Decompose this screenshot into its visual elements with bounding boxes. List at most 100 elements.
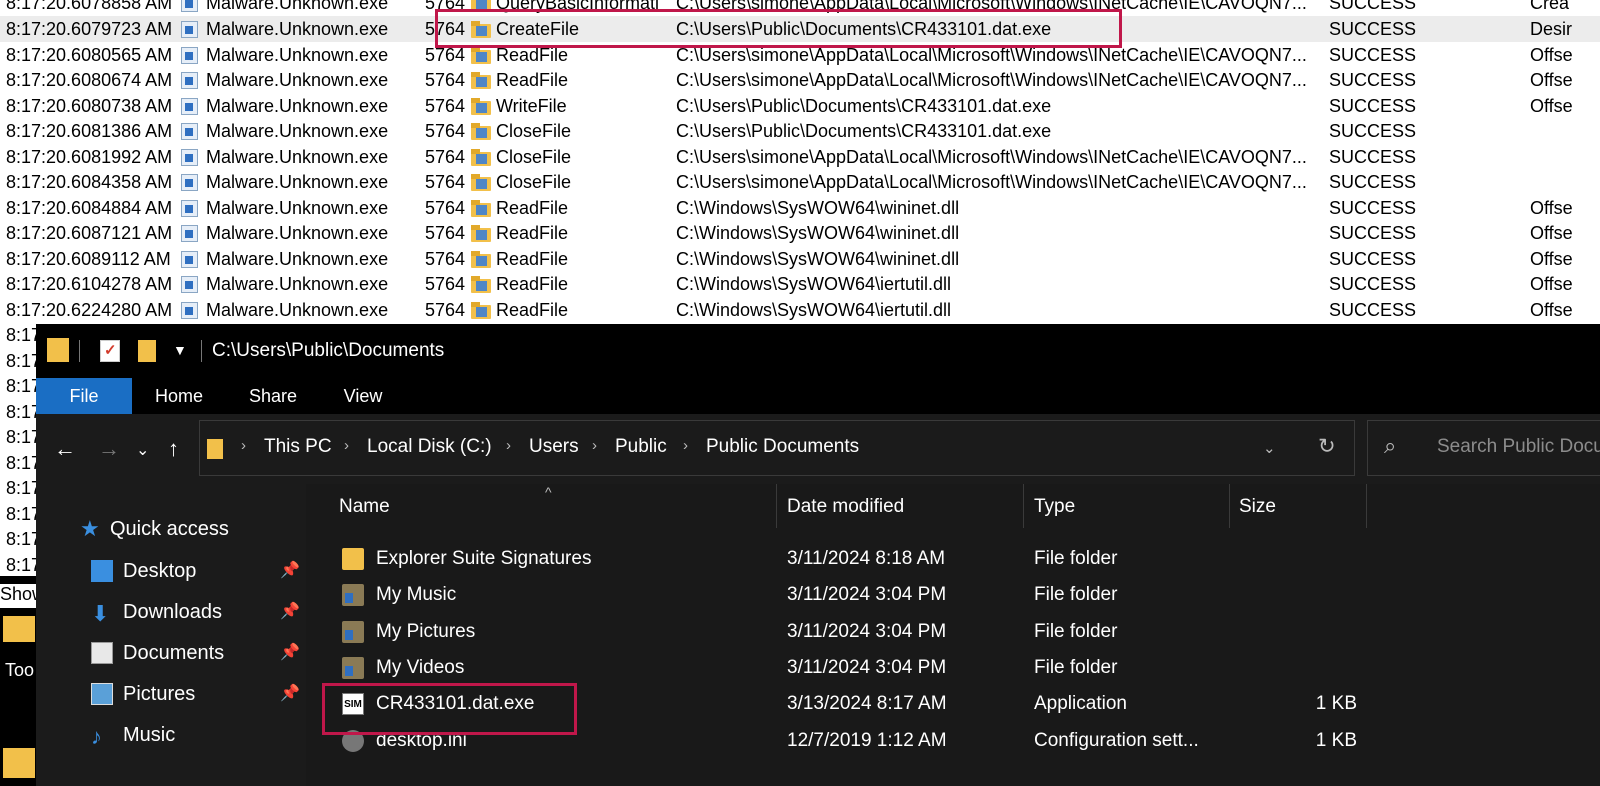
address-folder-icon xyxy=(207,439,223,459)
breadcrumb-chevron-icon[interactable]: › xyxy=(683,437,688,454)
up-arrow-icon[interactable]: ↑ xyxy=(168,436,179,462)
sidebar-item-label: Desktop xyxy=(123,560,197,582)
tab-view[interactable]: View xyxy=(326,378,400,414)
sidebar-item-label: Documents xyxy=(123,642,225,664)
column-header-date-modified[interactable]: Date modified xyxy=(787,496,904,518)
event-result: SUCCESS xyxy=(1329,70,1417,90)
file-row[interactable]: My Music 3/11/2024 3:04 PM File folder xyxy=(306,578,1600,614)
sort-ascending-caret-icon: ^ xyxy=(545,484,552,500)
procmon-row[interactable]: 8:17:20.6104278 AM Malware.Unknown.exe 576… xyxy=(0,271,1600,297)
event-path: C:\Windows\SysWOW64\wininet.dll xyxy=(676,248,960,269)
recent-locations-chevron-icon[interactable]: ⌄ xyxy=(136,440,149,460)
event-result: SUCCESS xyxy=(1329,95,1417,116)
column-header-size[interactable]: Size xyxy=(1239,496,1276,518)
event-result: SUCCESS xyxy=(1329,248,1417,269)
tab-home[interactable]: Home xyxy=(138,378,220,414)
process-icon xyxy=(181,225,198,242)
event-pid: 5764 xyxy=(425,197,466,218)
breadcrumb-users[interactable]: Users xyxy=(529,436,579,458)
file-name: My Videos xyxy=(376,656,465,678)
breadcrumb-chevron-icon[interactable]: › xyxy=(506,437,511,454)
breadcrumb-public[interactable]: Public xyxy=(615,436,667,458)
sidebar-item-music[interactable]: ♪ Music xyxy=(91,720,306,754)
column-divider[interactable] xyxy=(1366,484,1367,528)
desktop-folder-label[interactable]: Too xyxy=(5,660,35,681)
breadcrumb-local-disk[interactable]: Local Disk (C:) xyxy=(367,436,492,458)
column-divider[interactable] xyxy=(776,484,777,528)
pin-icon[interactable]: 📌 xyxy=(280,683,300,703)
sidebar-item-desktop[interactable]: Desktop 📌 xyxy=(91,556,306,590)
tab-share[interactable]: Share xyxy=(236,378,310,414)
column-header-type[interactable]: Type xyxy=(1034,496,1075,518)
pin-icon[interactable]: 📌 xyxy=(280,560,300,580)
event-time: 8:17:20.6084884 AM xyxy=(6,197,173,218)
sidebar-item-label: Pictures xyxy=(123,683,196,705)
refresh-icon[interactable]: ↻ xyxy=(1318,434,1336,459)
event-process: Malware.Unknown.exe xyxy=(206,248,389,269)
procmon-row[interactable]: 8:17:20.6081992 AM Malware.Unknown.exe 576… xyxy=(0,144,1600,170)
procmon-row[interactable]: 8:17:20.6080674 AM Malware.Unknown.exe 576… xyxy=(0,67,1600,93)
nav-quick-access[interactable]: ★ Quick access xyxy=(80,514,300,548)
event-path: C:\Users\Public\Documents\CR433101.dat.e… xyxy=(676,121,1052,141)
address-bar[interactable]: › This PC › Local Disk (C:) › Users › Pu… xyxy=(199,420,1355,476)
properties-icon[interactable] xyxy=(100,340,120,362)
breadcrumb-this-pc[interactable]: This PC xyxy=(264,436,332,458)
event-operation: ReadFile xyxy=(496,70,569,90)
customize-quick-access-dropdown-icon[interactable]: ▼ xyxy=(173,342,187,358)
event-detail: Offse xyxy=(1530,95,1573,116)
file-type: Configuration sett... xyxy=(1034,729,1199,751)
event-pid: 5764 xyxy=(425,248,466,269)
file-size: 1 KB xyxy=(1315,693,1357,715)
desktop-folder-icon[interactable] xyxy=(3,616,35,642)
event-result: SUCCESS xyxy=(1329,197,1417,218)
breadcrumb-chevron-icon[interactable]: › xyxy=(344,437,349,454)
breadcrumb-chevron-icon[interactable]: › xyxy=(241,437,246,454)
column-header-name[interactable]: Name xyxy=(339,496,390,518)
event-pid: 5764 xyxy=(425,95,466,116)
breadcrumb-chevron-icon[interactable]: › xyxy=(592,437,597,454)
event-process: Malware.Unknown.exe xyxy=(206,19,389,39)
event-path: C:\Windows\SysWOW64\wininet.dll xyxy=(676,223,960,243)
file-operation-icon xyxy=(471,123,491,140)
ribbon-tabs: File Home Share View xyxy=(36,378,1600,414)
event-process: Malware.Unknown.exe xyxy=(206,197,389,218)
tab-file[interactable]: File xyxy=(36,378,132,414)
column-divider[interactable] xyxy=(1023,484,1024,528)
file-date-modified: 3/11/2024 8:18 AM xyxy=(787,548,946,569)
search-box[interactable]: ⌕ Search Public Documents xyxy=(1367,420,1600,476)
procmon-row[interactable]: 8:17:20.6089112 AM Malware.Unknown.exe 576… xyxy=(0,246,1600,272)
toolbar-divider xyxy=(79,340,80,362)
column-divider[interactable] xyxy=(1229,484,1230,528)
procmon-row[interactable]: 8:17:20.6084884 AM Malware.Unknown.exe 576… xyxy=(0,195,1600,221)
file-row[interactable]: My Pictures 3/11/2024 3:04 PM File folder xyxy=(306,615,1600,651)
file-row[interactable]: My Videos 3/11/2024 3:04 PM File folder xyxy=(306,651,1600,687)
pin-icon[interactable]: 📌 xyxy=(280,601,300,621)
sidebar-item-pictures[interactable]: Pictures 📌 xyxy=(91,679,306,713)
process-icon xyxy=(181,0,198,12)
file-date-modified: 3/11/2024 3:04 PM xyxy=(787,620,947,642)
event-path: C:\Users\simone\AppData\Local\Microsoft\… xyxy=(676,146,1307,167)
event-process: Malware.Unknown.exe xyxy=(206,0,389,13)
forward-arrow-icon[interactable]: → xyxy=(98,436,120,462)
file-operation-icon xyxy=(471,148,491,166)
event-detail: Offse xyxy=(1530,248,1573,269)
procmon-row[interactable]: 8:17:20.6080738 AM Malware.Unknown.exe 576… xyxy=(0,93,1600,119)
new-folder-icon[interactable] xyxy=(138,340,156,362)
procmon-row[interactable]: 8:17:20.6224280 AM Malware.Unknown.exe 576… xyxy=(0,297,1600,323)
event-result: SUCCESS xyxy=(1329,299,1417,320)
pin-icon[interactable]: 📌 xyxy=(280,642,300,662)
address-history-chevron-icon[interactable]: ⌄ xyxy=(1263,439,1276,457)
file-row[interactable]: Explorer Suite Signatures 3/11/2024 8:18 … xyxy=(306,542,1600,578)
sidebar-item-documents[interactable]: Documents 📌 xyxy=(91,638,306,672)
event-operation: ReadFile xyxy=(496,248,569,269)
procmon-row[interactable]: 8:17:20.6087121 AM Malware.Unknown.exe 576… xyxy=(0,220,1600,246)
file-name: My Music xyxy=(376,584,457,606)
event-time: 8:17:20.6080674 AM xyxy=(6,70,173,90)
file-size: 1 KB xyxy=(1315,729,1357,751)
back-arrow-icon[interactable]: ← xyxy=(54,436,76,462)
desktop-folder-icon[interactable] xyxy=(3,748,35,778)
sidebar-item-downloads[interactable]: ⬇ Downloads 📌 xyxy=(91,597,306,631)
procmon-row[interactable]: 8:17:20.6081386 AM Malware.Unknown.exe 576… xyxy=(0,118,1600,144)
breadcrumb-public-documents[interactable]: Public Documents xyxy=(706,436,859,458)
procmon-row[interactable]: 8:17:20.6084358 AM Malware.Unknown.exe 576… xyxy=(0,169,1600,195)
